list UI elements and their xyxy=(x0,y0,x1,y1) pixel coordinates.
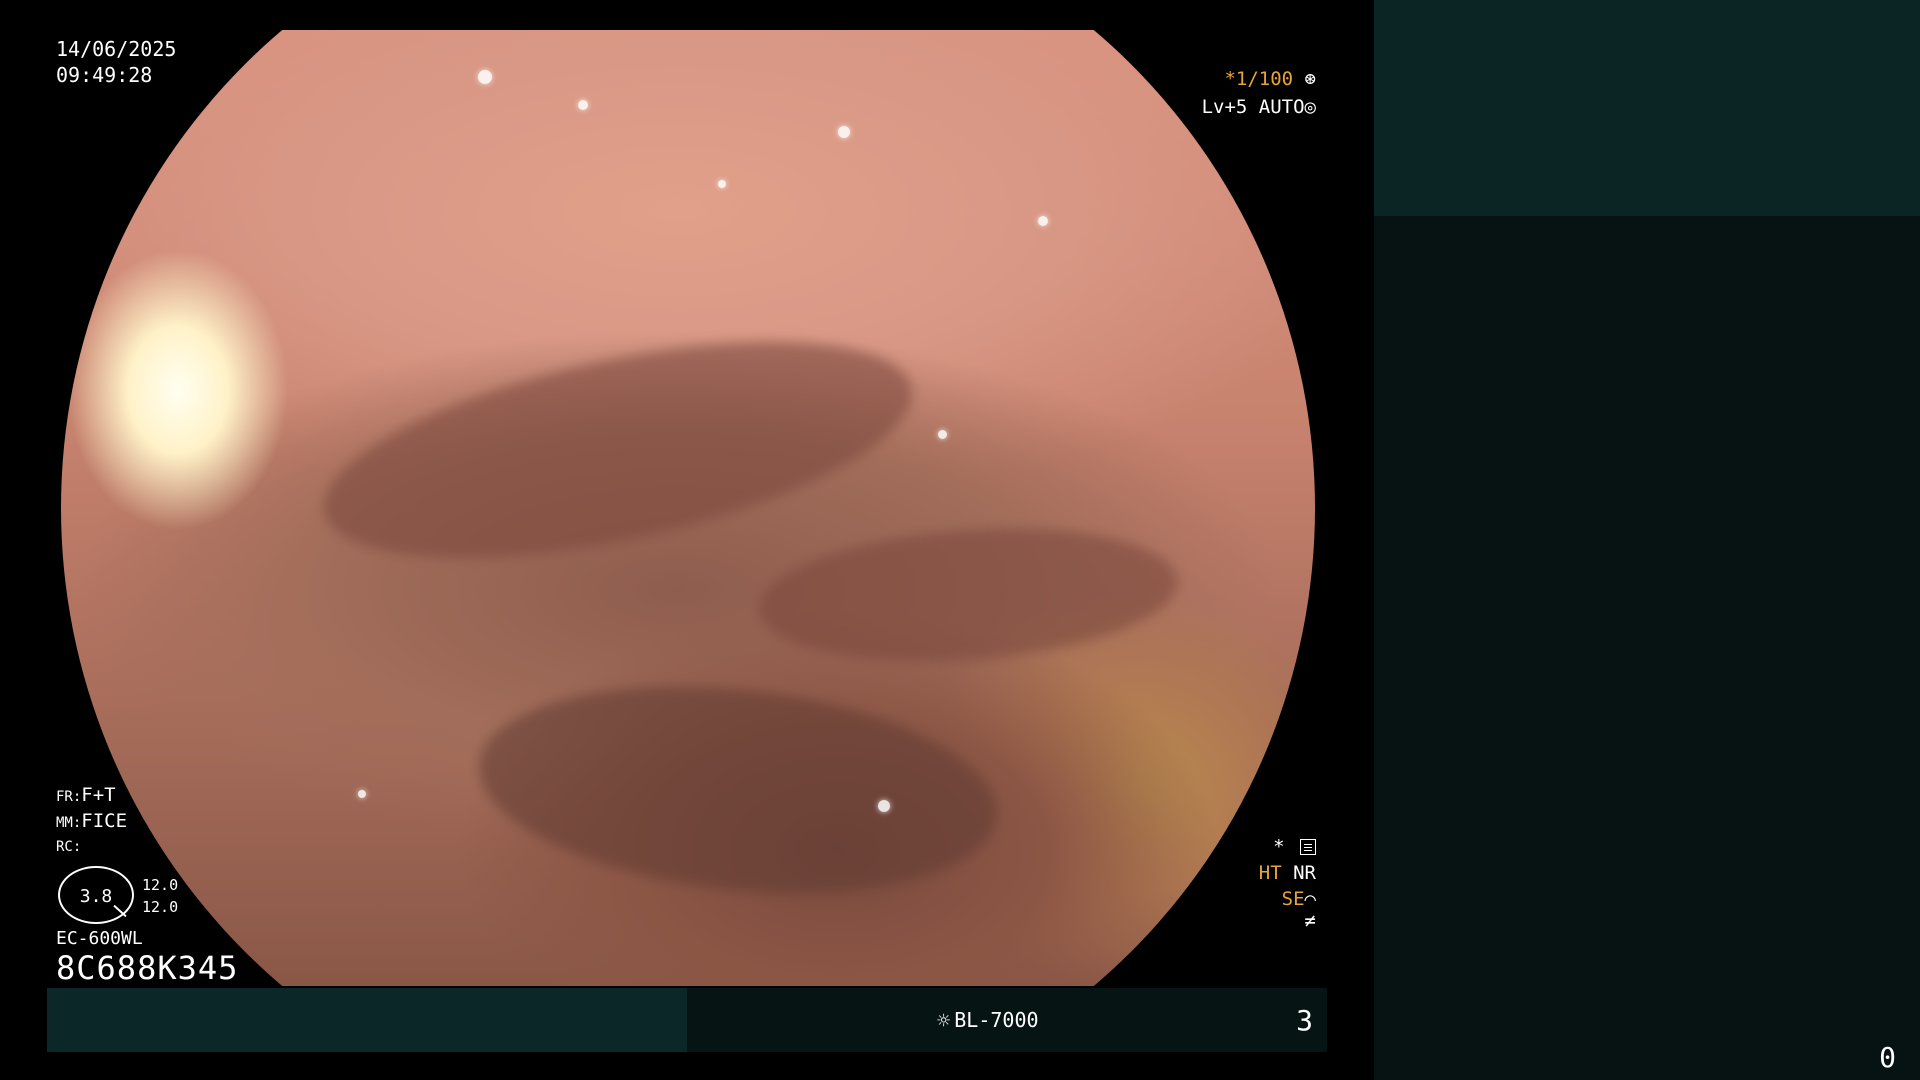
se-label: SE xyxy=(1281,888,1305,910)
ht-nr-status: HT NR xyxy=(1259,864,1316,883)
aperture-icon: ⊛ xyxy=(1304,68,1316,90)
mucosal-fold xyxy=(753,515,1183,675)
datetime-display: 14/06/2025 09:49:28 xyxy=(56,36,176,88)
mode-setting: MM:FICE xyxy=(56,812,127,831)
specular-highlight xyxy=(578,100,588,110)
se-status: SE⌒ xyxy=(1282,890,1316,909)
iris-status: Lv+5 AUTO◎ xyxy=(1202,98,1316,117)
endoscopic-image xyxy=(61,30,1315,986)
endoscopy-monitor: 14/06/2025 09:49:28 *1/100 ⊛ Lv+5 AUTO◎ … xyxy=(0,0,1920,1080)
zoom-value: 3.8 xyxy=(79,886,113,907)
specular-highlight xyxy=(358,790,366,798)
time-text: 09:49:28 xyxy=(56,63,153,87)
rc-setting: RC: xyxy=(56,840,81,854)
mucosal-fold xyxy=(468,663,1008,917)
specular-highlight xyxy=(478,70,492,84)
iris-icon: ◎ xyxy=(1304,96,1316,118)
shutter-speed: *1/100 xyxy=(1224,68,1294,90)
zoom-max-2: 12.0 xyxy=(142,898,179,916)
frame-setting: FR:F+T xyxy=(56,786,116,805)
enhance-curve-icon: ⌒ xyxy=(1304,888,1316,910)
image-count: 3 xyxy=(1296,1004,1313,1037)
light-source-status: ☼ BL-7000 xyxy=(937,1008,1039,1034)
side-panel-header xyxy=(1374,0,1920,216)
scope-serial: 8C688K345 xyxy=(56,949,239,987)
date-text: 14/06/2025 xyxy=(56,37,177,61)
ht-label: HT xyxy=(1258,862,1282,884)
specular-highlight xyxy=(878,800,890,812)
fr-value: F+T xyxy=(81,784,116,806)
mm-key: MM: xyxy=(56,815,82,831)
side-panel: 0 xyxy=(1374,0,1920,1080)
not-equal-icon: ≠ xyxy=(1304,910,1316,932)
star-marker: * xyxy=(1273,836,1285,858)
bottom-status-bar: ☼ BL-7000 3 xyxy=(47,988,1327,1052)
zoom-max-1: 12.0 xyxy=(142,876,179,894)
specular-highlight xyxy=(938,430,947,439)
shutter-status: *1/100 ⊛ xyxy=(1224,70,1316,89)
iris-level: Lv+5 xyxy=(1201,96,1248,118)
star-settings-status: * xyxy=(1273,838,1316,857)
specular-highlight xyxy=(838,126,850,138)
nr-label: NR xyxy=(1293,862,1316,884)
specular-highlight xyxy=(1038,216,1048,226)
freq-status: ≠ xyxy=(1305,912,1316,931)
side-panel-count: 0 xyxy=(1879,1041,1896,1074)
scope-model: EC-600WL xyxy=(56,928,143,949)
mm-value: FICE xyxy=(81,810,128,832)
menu-box-icon xyxy=(1300,839,1316,855)
specular-highlight xyxy=(718,180,726,188)
bottom-teal-panel xyxy=(47,988,687,1052)
sun-icon: ☼ xyxy=(937,1009,951,1034)
light-source-name: BL-7000 xyxy=(954,1008,1039,1032)
iris-mode: AUTO xyxy=(1258,96,1305,118)
zoom-gauge: 3.8 xyxy=(58,866,134,924)
fr-key: FR: xyxy=(56,789,82,805)
rc-key: RC: xyxy=(56,839,82,855)
